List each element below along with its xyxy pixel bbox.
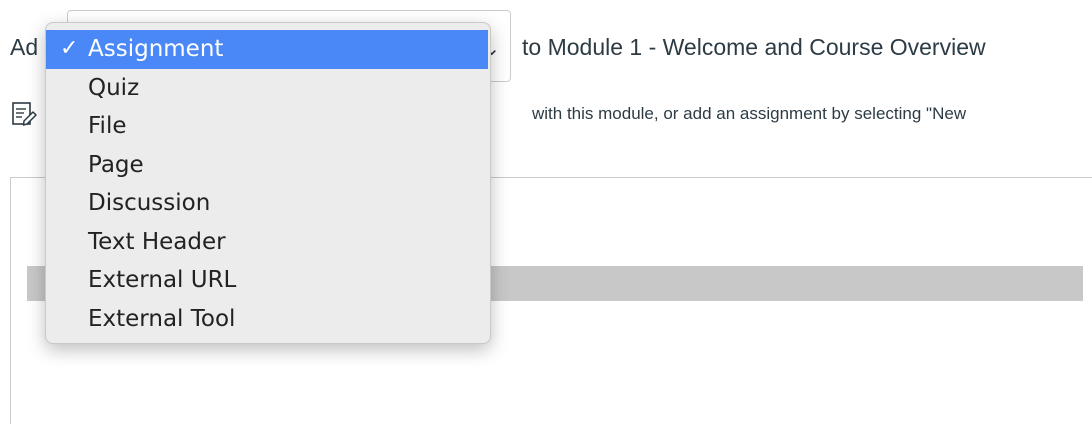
dropdown-option-label: Assignment [88, 36, 224, 62]
dropdown-option-discussion[interactable]: Discussion [46, 184, 490, 223]
dropdown-option-external-tool[interactable]: External Tool [46, 300, 490, 339]
checkmark-icon: ✓ [60, 36, 79, 61]
edit-page-icon [10, 100, 38, 128]
dropdown-option-label: External Tool [88, 305, 236, 332]
dropdown-option-label: Text Header [88, 228, 226, 255]
dropdown-option-quiz[interactable]: Quiz [46, 69, 490, 108]
dropdown-option-file[interactable]: File [46, 107, 490, 146]
dropdown-option-assignment[interactable]: ✓ Assignment [46, 30, 488, 69]
dropdown-option-label: Page [88, 151, 144, 178]
add-label: Ad [10, 34, 39, 60]
target-module-label: to Module 1 - Welcome and Course Overvie… [522, 34, 986, 60]
add-item-dialog: Ad ⌄ to Module 1 - Welcome and Course Ov… [0, 0, 1092, 424]
item-type-dropdown: ✓ Assignment Quiz File Page Discussion T… [45, 22, 491, 344]
dropdown-option-label: File [88, 113, 127, 139]
dropdown-option-page[interactable]: Page [46, 146, 490, 185]
dropdown-option-label: External URL [88, 267, 237, 293]
dropdown-option-external-url[interactable]: External URL [46, 261, 490, 300]
dropdown-option-label: Quiz [88, 74, 140, 101]
instruction-text: with this module, or add an assignment b… [532, 104, 967, 123]
dropdown-option-text-header[interactable]: Text Header [46, 223, 490, 262]
dropdown-option-label: Discussion [88, 190, 211, 216]
